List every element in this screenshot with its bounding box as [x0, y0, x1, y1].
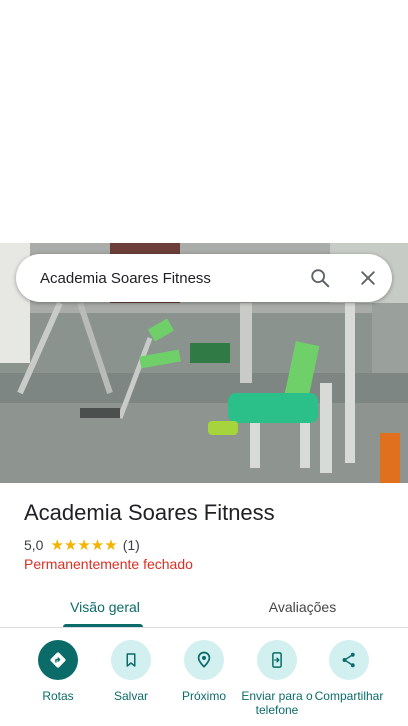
tab-overview[interactable]: Visão geral	[60, 586, 150, 628]
share-icon	[329, 640, 369, 680]
nearby-icon	[184, 640, 224, 680]
search-bar[interactable]: Academia Soares Fitness	[16, 254, 392, 302]
rating-stars: ★★★★★	[50, 537, 118, 554]
nearby-button[interactable]: Próximo	[167, 640, 241, 703]
place-details-screen: Academia Soares Fitness Academia Soares …	[0, 0, 408, 726]
nearby-label: Próximo	[181, 689, 226, 703]
tab-bar: Visão geral Avaliações	[0, 586, 408, 628]
status-text: Permanentemente fechado	[24, 556, 193, 572]
search-query[interactable]: Academia Soares Fitness	[40, 270, 296, 287]
save-button[interactable]: Salvar	[94, 640, 168, 703]
send-to-phone-icon	[257, 640, 297, 680]
rating-value: 5,0	[24, 537, 44, 553]
place-title: Academia Soares Fitness	[24, 500, 275, 525]
send-to-phone-button[interactable]: Enviar para o telefone	[240, 640, 314, 717]
search-icon[interactable]	[296, 254, 344, 302]
directions-icon	[38, 640, 78, 680]
send-to-phone-label: Enviar para o telefone	[241, 689, 313, 717]
action-buttons: Rotas Salvar Próximo Enviar para o telef…	[0, 640, 408, 726]
save-label: Salvar	[113, 689, 148, 703]
share-label: Compartilhar	[314, 689, 384, 703]
directions-button[interactable]: Rotas	[21, 640, 95, 703]
active-tab-indicator	[63, 624, 143, 627]
tab-reviews[interactable]: Avaliações	[250, 586, 355, 628]
close-icon[interactable]	[344, 254, 392, 302]
rating-row[interactable]: 5,0 ★★★★★ (1)	[24, 536, 140, 554]
directions-label: Rotas	[42, 689, 74, 703]
bookmark-icon	[111, 640, 151, 680]
review-count[interactable]: (1)	[123, 537, 140, 553]
share-button[interactable]: Compartilhar	[312, 640, 386, 703]
